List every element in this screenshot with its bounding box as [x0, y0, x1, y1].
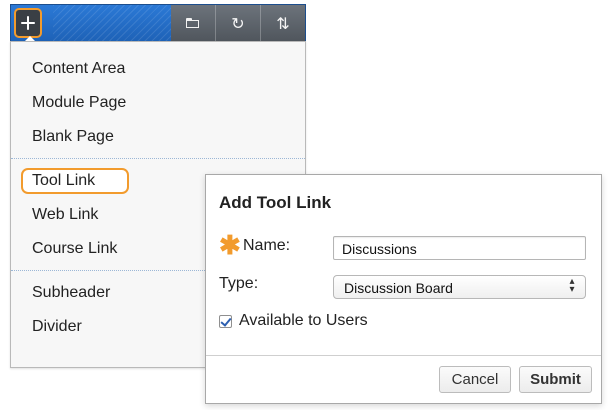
menu-item-label: Course Link [32, 240, 118, 257]
name-input[interactable]: Discussions [333, 236, 586, 260]
dialog-footer: Cancel Submit [206, 355, 601, 403]
menu-item-label: Web Link [32, 206, 99, 223]
menu-item-label: Subheader [32, 284, 111, 301]
folder-icon [185, 17, 201, 29]
select-arrows-icon: ▴ ▾ [569, 276, 575, 295]
refresh-icon: ↻ [231, 13, 245, 33]
menu-item-module-page[interactable]: Module Page [11, 86, 305, 120]
menu-group-pages: Content Area Module Page Blank Page [11, 42, 305, 154]
type-label: Type: [219, 275, 259, 292]
menu-item-blank-page[interactable]: Blank Page [11, 120, 305, 154]
type-select[interactable]: Discussion Board ▴ ▾ [333, 275, 586, 299]
name-label: Name: [243, 237, 291, 254]
menu-item-label: Module Page [32, 94, 127, 111]
available-to-users-checkbox[interactable] [219, 314, 232, 328]
menu-divider [11, 158, 305, 159]
screen-root: ↻ ⇅ Content Area Module Page Blank Page … [0, 0, 608, 410]
cancel-button[interactable]: Cancel [439, 366, 511, 393]
menu-item-label: Blank Page [32, 128, 114, 145]
add-tool-link-dialog: Add Tool Link ✱ Name: Discussions Type: … [205, 174, 602, 404]
menu-item-label: Divider [32, 318, 82, 335]
folder-button[interactable] [171, 5, 215, 41]
dialog-title: Add Tool Link [219, 193, 332, 212]
menu-item-content-area[interactable]: Content Area [11, 52, 305, 86]
refresh-button[interactable]: ↻ [215, 5, 260, 41]
plus-icon [21, 16, 35, 30]
available-to-users-label: Available to Users [239, 312, 368, 329]
available-to-users-option[interactable]: Available to Users [219, 312, 368, 330]
toolbar-actions: ↻ ⇅ [171, 5, 305, 41]
submit-button[interactable]: Submit [519, 366, 592, 393]
required-asterisk-icon: ✱ [219, 230, 241, 260]
menu-item-label: Content Area [32, 60, 126, 77]
toolbar-background-pattern [53, 5, 171, 41]
sort-icon: ⇅ [276, 13, 290, 33]
type-select-value: Discussion Board [344, 280, 453, 296]
menu-item-label: Tool Link [32, 172, 96, 189]
add-menu-button[interactable] [14, 8, 42, 41]
content-toolbar: ↻ ⇅ [10, 4, 306, 42]
sort-button[interactable]: ⇅ [260, 5, 305, 41]
